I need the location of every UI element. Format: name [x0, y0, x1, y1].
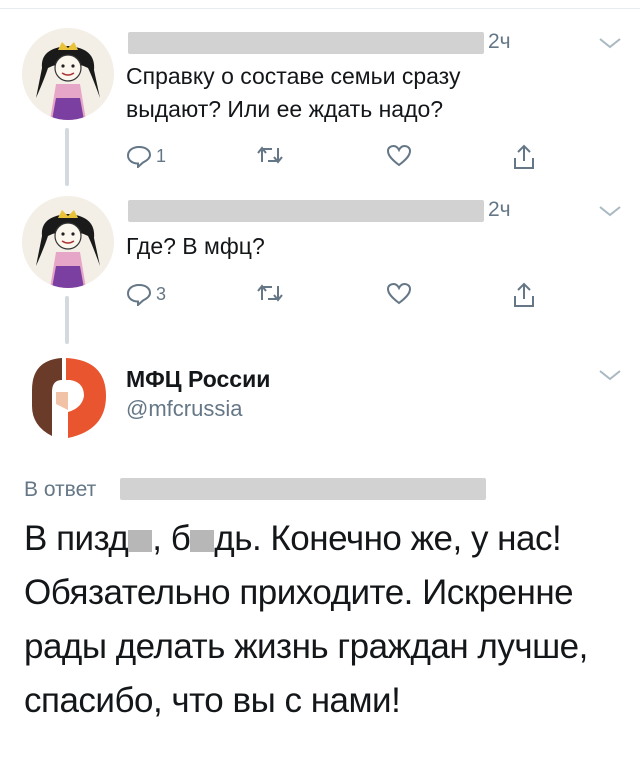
censor-block [128, 529, 153, 552]
retweet-icon [257, 284, 283, 302]
tweet-text: Справку о составе семьи сразу выдают? Ил… [126, 63, 461, 122]
redacted-author [128, 32, 484, 54]
reply-text-part: , б [152, 519, 191, 558]
retweet-button[interactable] [256, 282, 284, 304]
tweet-time: 2ч [488, 198, 511, 221]
tweet-actions: 3 [126, 282, 566, 312]
retweet-icon [257, 146, 283, 164]
thread-line [65, 128, 69, 186]
reply-icon [126, 283, 152, 306]
mfc-logo[interactable] [22, 350, 114, 442]
reply-icon [126, 145, 152, 168]
reply-text-part: В пизд [24, 519, 129, 558]
tweet-text: Где? В мфц? [126, 233, 265, 259]
share-icon [514, 144, 534, 169]
censor-block [190, 529, 215, 552]
avatar[interactable] [22, 196, 114, 288]
author-handle[interactable]: @mfcrussia [126, 396, 242, 422]
share-button[interactable] [512, 144, 536, 170]
thread-line [65, 296, 69, 344]
top-divider [0, 0, 640, 9]
reply-count: 1 [156, 145, 167, 166]
author-name[interactable]: МФЦ России [126, 366, 270, 393]
share-icon [514, 282, 534, 307]
reply-button[interactable]: 1 [126, 144, 166, 168]
reply-button[interactable]: 3 [126, 282, 166, 306]
redacted-author [128, 200, 484, 222]
reply-count: 3 [156, 283, 167, 304]
tweet-actions: 1 [126, 144, 566, 174]
share-button[interactable] [512, 282, 536, 308]
retweet-button[interactable] [256, 144, 284, 166]
tweet-time: 2ч [488, 30, 511, 53]
redacted-reply-target [120, 478, 486, 500]
reply-text: В пизд, б дь. Конечно же, у нас! Обязател… [24, 512, 624, 728]
like-button[interactable] [386, 144, 412, 168]
like-icon [386, 144, 412, 167]
chevron-down-icon[interactable] [596, 366, 624, 384]
chevron-down-icon[interactable] [596, 34, 624, 52]
avatar[interactable] [22, 28, 114, 120]
chevron-down-icon[interactable] [596, 202, 624, 220]
reply-to-label: В ответ [24, 478, 97, 501]
like-icon [386, 282, 412, 305]
like-button[interactable] [386, 282, 412, 306]
